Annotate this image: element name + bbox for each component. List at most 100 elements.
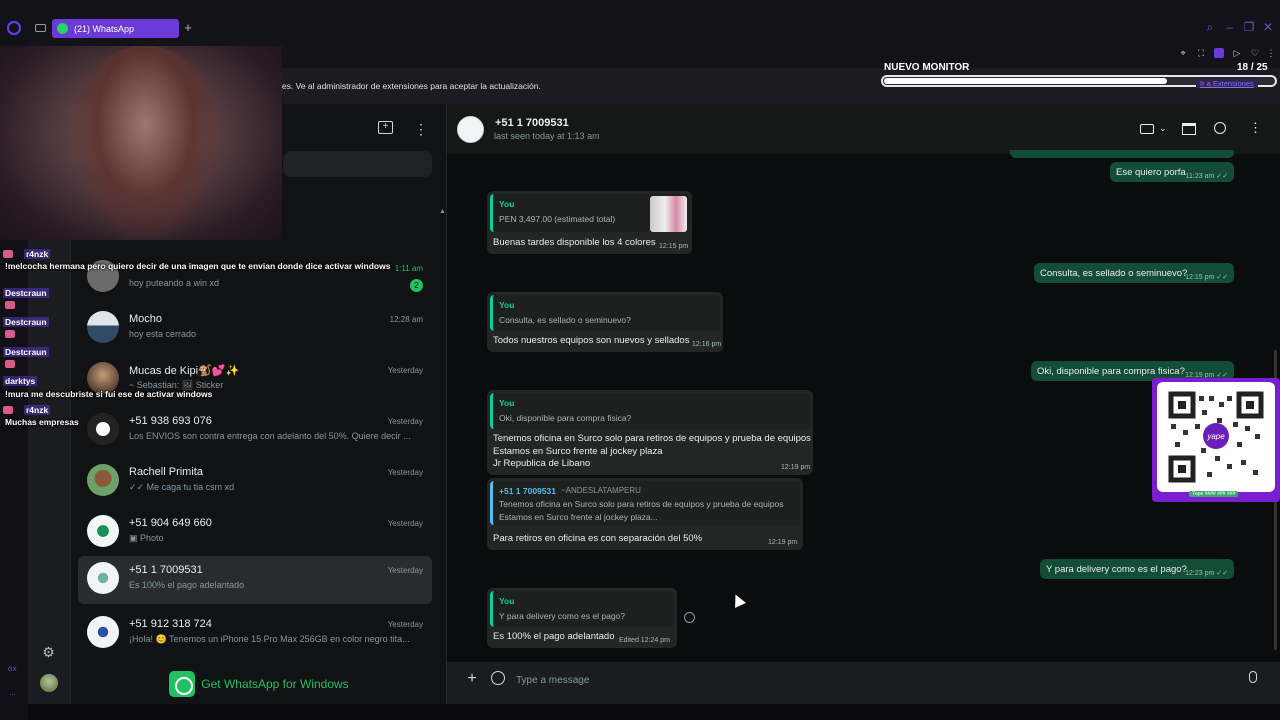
restore-icon[interactable]: ❐ [1242,20,1256,34]
list-scroll-up-icon[interactable]: ▲ [439,208,446,216]
monitor-goal-count: 18 / 25 [1237,62,1268,73]
screenshot-icon[interactable]: ⛶ [1196,48,1206,58]
chat-preview: ✓✓ Me caga tu tia csm xd [129,482,235,492]
chat-item[interactable]: +51 904 649 660 Yesterday ▣ Photo [78,509,432,557]
chat-time: 12:28 am [389,315,423,324]
stream-chat-username: r4nzk [24,405,51,415]
tab-whatsapp[interactable]: (21) WhatsApp [52,19,179,38]
quoted-text-line: Estamos en Surco frente al jockey plaza.… [499,512,658,522]
chat-item[interactable]: Rachell Primita Yesterday ✓✓ Me caga tu … [78,458,432,506]
message-bubble-incoming[interactable]: You PEN 3,497.00 (estimated total) Buena… [487,191,692,254]
message-text: Ese quiero porfa [1116,167,1186,178]
tab-islands-icon[interactable] [35,24,46,32]
chat-menu-icon[interactable]: ⋮ [1249,121,1262,135]
quoted-text-line: Tenemos oficina en Surco solo para retir… [499,499,784,509]
message-text-line: Tenemos oficina en Surco solo para retir… [493,433,811,444]
play-icon[interactable]: ▷ [1232,48,1242,58]
contact-name[interactable]: +51 1 7009531 [495,117,569,129]
video-call-icon[interactable] [1140,124,1154,134]
message-time: 12:19 pm [781,464,811,471]
pin-icon[interactable]: ⌖ [1178,48,1188,58]
chevron-down-icon[interactable]: ⌄ [1159,121,1167,135]
search-chat-icon[interactable] [1214,122,1226,134]
message-bubble-outgoing[interactable]: Y para delivery como es el pago? 12:23 p… [1040,559,1234,579]
message-input[interactable] [516,672,1236,688]
heart-icon[interactable]: ♡ [1250,48,1260,58]
react-emoji-icon[interactable] [684,612,695,623]
chat-name: +51 904 649 660 [129,517,212,529]
message-text: Todos nuestros equipos son nuevos y sell… [493,335,690,346]
extension-notice: les. Ve al administrador de extensiones … [280,81,541,91]
chat-item-selected[interactable]: +51 1 7009531 Yesterday Es 100% el pago … [78,556,432,604]
avatar [87,464,119,496]
message-time: 12:15 pm ✓✓ [1185,274,1228,281]
unread-badge: 2 [410,279,423,292]
message-bubble-incoming[interactable]: You Consulta, es sellado o seminuevo? To… [487,292,723,352]
quoted-text: Consulta, es sellado o seminuevo? [499,315,631,325]
message-time: 12:16 pm [692,341,722,348]
quoted-message[interactable]: You PEN 3,497.00 (estimated total) [490,194,689,232]
stream-chat-username: Destcraun [3,288,49,298]
quoted-text: Oki, disponible para compra fisica? [499,413,632,423]
monitor-goal-label: NUEVO MONITOR [884,62,970,73]
stream-chat-username: Destcraun [3,317,49,327]
tab-title: (21) WhatsApp [74,23,135,34]
chat-list-menu-icon[interactable]: ⋮ [414,121,428,137]
attach-plus-icon[interactable]: + [465,671,479,687]
profile-avatar[interactable] [40,674,58,692]
message-text: Oki, disponible para compra fisica? [1037,366,1185,377]
message-bubble-outgoing[interactable]: Ese quiero porfa 11:23 am ✓✓ [1110,162,1234,182]
catalog-store-icon[interactable] [1182,123,1196,135]
stream-chat-overlay: r4nzk !melcocha hermana pero quiero deci… [0,236,390,436]
quoted-sender: You [499,596,515,606]
webcam-person [70,46,220,240]
chat-name: +51 1 7009531 [129,564,203,576]
extensions-link[interactable]: Ir a Extensiones [1196,79,1258,88]
message-text: Buenas tardes disponible los 4 colores [493,237,656,248]
avatar [87,616,119,648]
whatsapp-icon [169,671,196,697]
close-icon[interactable]: ✕ [1261,20,1275,34]
message-bubble-incoming[interactable]: You Oki, disponible para compra fisica? … [487,390,813,475]
message-time: 11:23 am ✓✓ [1185,173,1228,180]
quoted-sender: You [499,199,515,209]
qr-caption: Yape #### ### ### [1189,491,1239,497]
minimize-icon[interactable]: – [1223,20,1237,34]
get-whatsapp-banner[interactable]: Get WhatsApp for Windows [71,664,447,704]
svg-text:yape: yape [1206,432,1225,441]
contact-avatar[interactable] [457,116,484,143]
chat-name: Rachell Primita [129,466,203,478]
quoted-message[interactable]: You Oki, disponible para compra fisica? [490,393,810,429]
settings-gear-icon[interactable]: ⚙ [41,645,56,660]
chat-time: Yesterday [387,519,423,528]
monitor-goal-fill [884,78,1167,84]
microphone-icon[interactable] [1249,671,1257,683]
quoted-message[interactable]: +51 1 7009531 ~ANDESLATAMPERU Tenemos of… [490,481,800,525]
chat-item[interactable]: +51 912 318 724 Yesterday ¡Hola! 😊 Tenem… [78,610,432,658]
quoted-message[interactable]: You Consulta, es sellado o seminuevo? [490,295,720,331]
stream-chat-message: !melcocha hermana pero quiero decir de u… [5,261,391,271]
new-chat-icon[interactable]: + [378,121,393,134]
opera-logo-icon[interactable] [7,21,21,35]
search-icon[interactable]: ⌕ [1203,20,1217,34]
message-bubble-incoming[interactable]: You Y para delivery como es el pago? Es … [487,588,677,648]
shield-icon[interactable] [1214,48,1224,58]
chat-time: Yesterday [387,417,423,426]
badge-icon [3,250,13,258]
message-bubble-outgoing[interactable]: Consulta, es sellado o seminuevo? 12:15 … [1034,263,1234,283]
new-tab-button[interactable]: + [181,21,195,35]
chat-time: Yesterday [387,620,423,629]
badge-icon [5,360,15,368]
gx-label[interactable]: GX [8,667,17,673]
message-bubble-incoming[interactable]: +51 1 7009531 ~ANDESLATAMPERU Tenemos of… [487,478,803,550]
quoted-message[interactable]: You Y para delivery como es el pago? [490,591,674,627]
emoji-sticker-icon[interactable] [491,671,505,685]
message-time: 12:23 pm ✓✓ [1185,570,1228,577]
chat-preview: Es 100% el pago adelantado [129,580,245,590]
badge-icon [3,406,13,414]
conversation-header[interactable] [447,104,1280,154]
sidebar-more-icon[interactable]: ... [9,688,16,697]
stream-chat-message: Muchas empresas [5,417,79,427]
more-icon[interactable]: ⋮ [1266,48,1276,58]
chat-search-input[interactable] [283,151,432,177]
